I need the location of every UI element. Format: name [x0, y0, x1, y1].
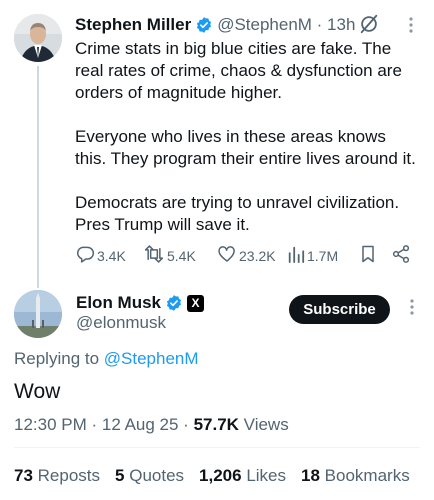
reply-author-handle: @elonmusk [76, 313, 167, 332]
views-count: 1.7M [307, 247, 339, 264]
thread-connector [37, 66, 39, 288]
subscribe-button[interactable]: Subscribe [289, 295, 390, 324]
verified-badge-icon [195, 16, 213, 34]
replying-to-label: Replying to [14, 349, 104, 368]
stat-count: 5 [115, 466, 125, 485]
avatar-stephen-miller[interactable] [14, 14, 62, 62]
stat-count: 1,206 [199, 466, 242, 485]
reply-author-name[interactable]: Elon Musk [76, 293, 161, 313]
author-name[interactable]: Stephen Miller [75, 15, 191, 35]
share-button[interactable] [391, 244, 411, 267]
reply-views-count: 57.7K [193, 415, 239, 434]
reply-views-label: Views [238, 415, 289, 434]
more-options-icon[interactable] [404, 298, 420, 321]
reply-count: 3.4K [97, 247, 126, 264]
grok-icon[interactable] [358, 13, 380, 40]
tweet-action-bar: 3.4K 5.4K 23.2K 1.7M [75, 244, 420, 266]
reply-icon [75, 244, 95, 267]
x-affiliation-badge: X [187, 294, 205, 312]
stat-label: Likes [246, 466, 287, 485]
stat-quotes[interactable]: 5 Quotes [115, 466, 184, 486]
stat-bookmarks[interactable]: 18 Bookmarks [301, 466, 410, 486]
reply-body: Wow [14, 380, 61, 403]
bookmark-button[interactable] [358, 244, 378, 267]
replying-to-mention[interactable]: @StephenM [104, 349, 199, 368]
tweet-paragraph: Everyone who lives in these areas knows … [75, 127, 416, 168]
reply-timestamp[interactable]: 12:30 PM · 12 Aug 25 · [14, 415, 194, 434]
tweet-body: Crime stats in big blue cities are fake.… [75, 38, 420, 236]
like-button[interactable]: 23.2K [217, 244, 276, 267]
tweet-header: Stephen Miller @StephenM · 13h [75, 13, 420, 37]
stat-count: 73 [14, 466, 33, 485]
bookmark-icon [358, 244, 378, 267]
stat-likes[interactable]: 1,206 Likes [199, 466, 286, 486]
stat-count: 18 [301, 466, 320, 485]
repost-button[interactable]: 5.4K [143, 244, 196, 267]
more-options-icon[interactable] [403, 16, 419, 39]
share-icon [391, 244, 411, 267]
like-count: 23.2K [239, 247, 276, 264]
author-handle-time: @StephenM · 13h [217, 15, 356, 34]
reply-header: Elon Musk X [76, 292, 205, 314]
avatar-elon-musk[interactable] [14, 290, 62, 338]
engagement-stats: 73 Reposts 5 Quotes 1,206 Likes 18 Bookm… [14, 466, 425, 486]
divider [14, 447, 420, 448]
reply-metadata: 12:30 PM · 12 Aug 25 · 57.7K Views [14, 415, 289, 435]
repost-icon [143, 244, 165, 267]
views-button[interactable]: 1.7M [287, 244, 338, 267]
views-icon [287, 244, 305, 267]
reply-button[interactable]: 3.4K [75, 244, 126, 267]
tweet-paragraph: Crime stats in big blue cities are fake.… [75, 39, 402, 102]
verified-badge-icon [165, 294, 183, 312]
stat-label: Reposts [37, 466, 101, 485]
repost-count: 5.4K [167, 247, 196, 264]
stat-reposts[interactable]: 73 Reposts [14, 466, 100, 486]
like-icon [217, 244, 237, 267]
stat-label: Quotes [129, 466, 185, 485]
stat-label: Bookmarks [324, 466, 410, 485]
tweet-thread: Stephen Miller @StephenM · 13h Crime sta… [0, 0, 434, 500]
tweet-paragraph: Democrats are trying to unravel civiliza… [75, 193, 400, 234]
replying-to: Replying to @StephenM [14, 349, 199, 369]
